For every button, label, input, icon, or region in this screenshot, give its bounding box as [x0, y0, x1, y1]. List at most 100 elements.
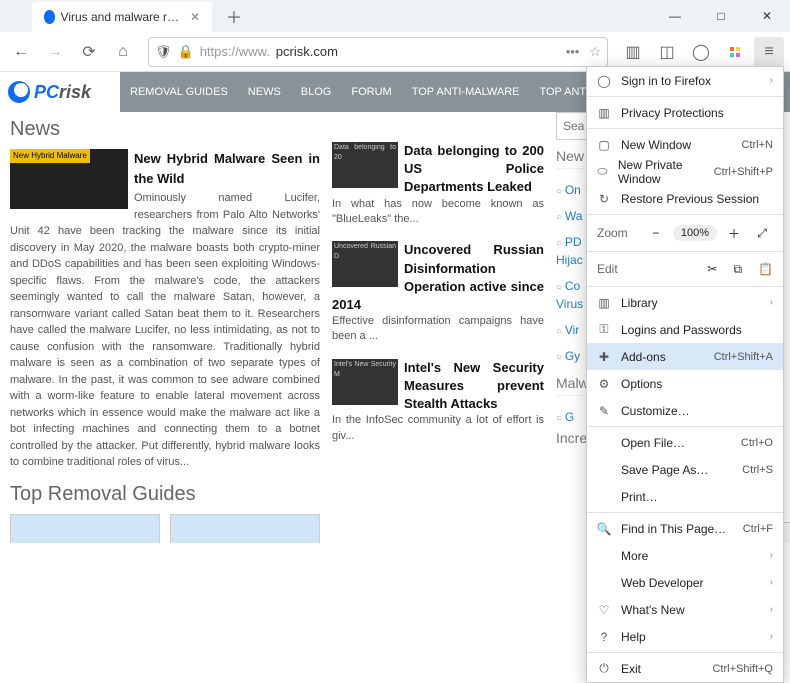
side-link[interactable]: Vir	[565, 323, 579, 337]
menu-help[interactable]: ?Help›	[587, 623, 783, 650]
side-link[interactable]: On	[565, 183, 581, 197]
menu-new-window[interactable]: ▢New WindowCtrl+N	[587, 131, 783, 158]
menu-options[interactable]: ⚙Options	[587, 370, 783, 397]
chevron-right-icon: ›	[770, 631, 773, 642]
chevron-right-icon: ›	[770, 75, 773, 86]
side-link[interactable]: Gy	[565, 349, 580, 363]
menu-open-file[interactable]: Open File…Ctrl+O	[587, 429, 783, 456]
menu-edit-row: Edit ✂ ⧉ 📋	[587, 254, 783, 284]
article-body: Ominously named Lucifer, researchers fro…	[10, 192, 320, 468]
mid-body: Effective disinformation campaigns have …	[332, 315, 544, 342]
mid-thumb[interactable]: Uncovered Russian D	[332, 241, 398, 287]
url-bar[interactable]: 🛡 🔒 https://www.pcrisk.com ••• ☆	[148, 37, 608, 67]
guide-thumb	[10, 514, 160, 544]
menu-logins[interactable]: ⚿Logins and Passwords	[587, 316, 783, 343]
nav-blog[interactable]: BLOG	[291, 86, 342, 98]
removal-guide-item[interactable]: Moba Ransomware	[10, 514, 160, 544]
nav-news[interactable]: NEWS	[238, 86, 291, 98]
window-icon: ▢	[597, 138, 611, 152]
menu-customize[interactable]: ✎Customize…	[587, 397, 783, 424]
app-menu-panel: ◯Sign in to Firefox› ▥Privacy Protection…	[586, 66, 784, 683]
side-link[interactable]: G	[565, 410, 574, 424]
dashboard-icon: ▥	[597, 106, 611, 120]
side-link[interactable]: Wa	[565, 209, 583, 223]
cut-icon[interactable]: ✂	[707, 262, 717, 277]
logo-icon	[8, 81, 30, 103]
library-toolbar-icon[interactable]: ▥	[618, 37, 648, 67]
sidebar-icon[interactable]: ◫	[652, 37, 682, 67]
menu-privacy[interactable]: ▥Privacy Protections	[587, 99, 783, 126]
chevron-right-icon: ›	[770, 577, 773, 588]
site-logo[interactable]: PCrisk	[0, 72, 120, 112]
home-button[interactable]: ⌂	[108, 37, 138, 67]
mid-article: Intel's New Security M Intel's New Secur…	[332, 359, 544, 444]
copy-icon[interactable]: ⧉	[733, 262, 742, 277]
tab-close-icon[interactable]: ✕	[190, 10, 200, 24]
menu-print[interactable]: 🖶Print…	[587, 483, 783, 510]
mid-body: In what has now become known as "BlueLea…	[332, 198, 544, 225]
chevron-right-icon: ›	[770, 297, 773, 308]
menu-whats-new[interactable]: ♡What's New›	[587, 596, 783, 623]
menu-signin[interactable]: ◯Sign in to Firefox›	[587, 67, 783, 94]
mid-body: In the InfoSec community a lot of effort…	[332, 414, 544, 441]
restore-icon: ↻	[597, 192, 611, 206]
nav-removal-guides[interactable]: REMOVAL GUIDES	[120, 86, 238, 98]
titlebar: Virus and malware removal ins ✕ ＋ — □ ✕	[0, 0, 790, 32]
url-domain: pcrisk.com	[276, 44, 338, 59]
side-link[interactable]: PD Hijac	[556, 235, 583, 267]
back-button[interactable]: ←	[6, 37, 36, 67]
side-link[interactable]: Co Virus	[556, 279, 583, 311]
article-thumb[interactable]: New Hybrid Malware	[10, 149, 128, 209]
close-button[interactable]: ✕	[744, 0, 790, 32]
power-icon: ⏻	[597, 661, 611, 676]
page-actions-icon[interactable]: •••	[566, 44, 580, 60]
nav-forum[interactable]: FORUM	[341, 86, 401, 98]
menu-zoom-row: Zoom − 100% ＋ ⤢	[587, 217, 783, 249]
shield-icon: 🛡	[155, 44, 172, 60]
mid-thumb[interactable]: Intel's New Security M	[332, 359, 398, 405]
menu-find[interactable]: 🔍Find in This Page…Ctrl+F	[587, 515, 783, 542]
account-icon[interactable]: ◯	[686, 37, 716, 67]
extension-icon[interactable]	[720, 37, 750, 67]
mid-thumb[interactable]: Data belonging to 20	[332, 142, 398, 188]
tab-title: Virus and malware removal ins	[61, 10, 184, 24]
app-menu-button[interactable]: ≡	[754, 37, 784, 67]
library-icon: ▥	[597, 296, 611, 310]
menu-new-private[interactable]: ⬭New Private WindowCtrl+Shift+P	[587, 158, 783, 185]
menu-web-developer[interactable]: Web Developer›	[587, 569, 783, 596]
menu-restore-session[interactable]: ↻Restore Previous Session	[587, 185, 783, 212]
key-icon: ⚿	[597, 322, 611, 337]
zoom-value[interactable]: 100%	[673, 225, 717, 241]
puzzle-icon: ✚	[597, 350, 611, 364]
menu-exit[interactable]: ⏻ExitCtrl+Shift+Q	[587, 655, 783, 682]
bookmark-icon[interactable]: ☆	[589, 44, 601, 60]
nav-top-antimalware[interactable]: TOP ANTI-MALWARE	[402, 86, 530, 98]
brush-icon: ✎	[597, 404, 611, 418]
tab-favicon-icon	[44, 10, 55, 24]
reload-button[interactable]: ⟳	[74, 37, 104, 67]
mid-article: Uncovered Russian D Uncovered Russian Di…	[332, 241, 544, 345]
zoom-out-button[interactable]: −	[645, 222, 667, 244]
forward-button[interactable]: →	[40, 37, 70, 67]
browser-tab[interactable]: Virus and malware removal ins ✕	[32, 2, 212, 32]
guide-thumb	[170, 514, 320, 544]
menu-addons[interactable]: ✚Add-onsCtrl+Shift+A	[587, 343, 783, 370]
menu-save-as[interactable]: Save Page As…Ctrl+S	[587, 456, 783, 483]
maximize-button[interactable]: □	[698, 0, 744, 32]
fullscreen-button[interactable]: ⤢	[751, 222, 773, 244]
top-removal-heading: Top Removal Guides	[10, 483, 320, 506]
removal-guide-item[interactable]: Search.yahoo.com Redirect	[170, 514, 320, 544]
logo-text: PCrisk	[34, 82, 91, 103]
main-article: New Hybrid Malware New Hybrid Malware Se…	[10, 149, 320, 471]
new-tab-button[interactable]: ＋	[220, 2, 248, 30]
help-icon: ?	[597, 630, 611, 644]
minimize-button[interactable]: —	[652, 0, 698, 32]
zoom-in-button[interactable]: ＋	[723, 222, 745, 244]
chevron-right-icon: ›	[770, 550, 773, 561]
menu-library[interactable]: ▥Library›	[587, 289, 783, 316]
paste-icon[interactable]: 📋	[758, 262, 773, 277]
menu-more[interactable]: More›	[587, 542, 783, 569]
news-heading: News	[10, 118, 320, 141]
lock-icon: 🔒	[178, 44, 194, 60]
chevron-right-icon: ›	[770, 604, 773, 615]
